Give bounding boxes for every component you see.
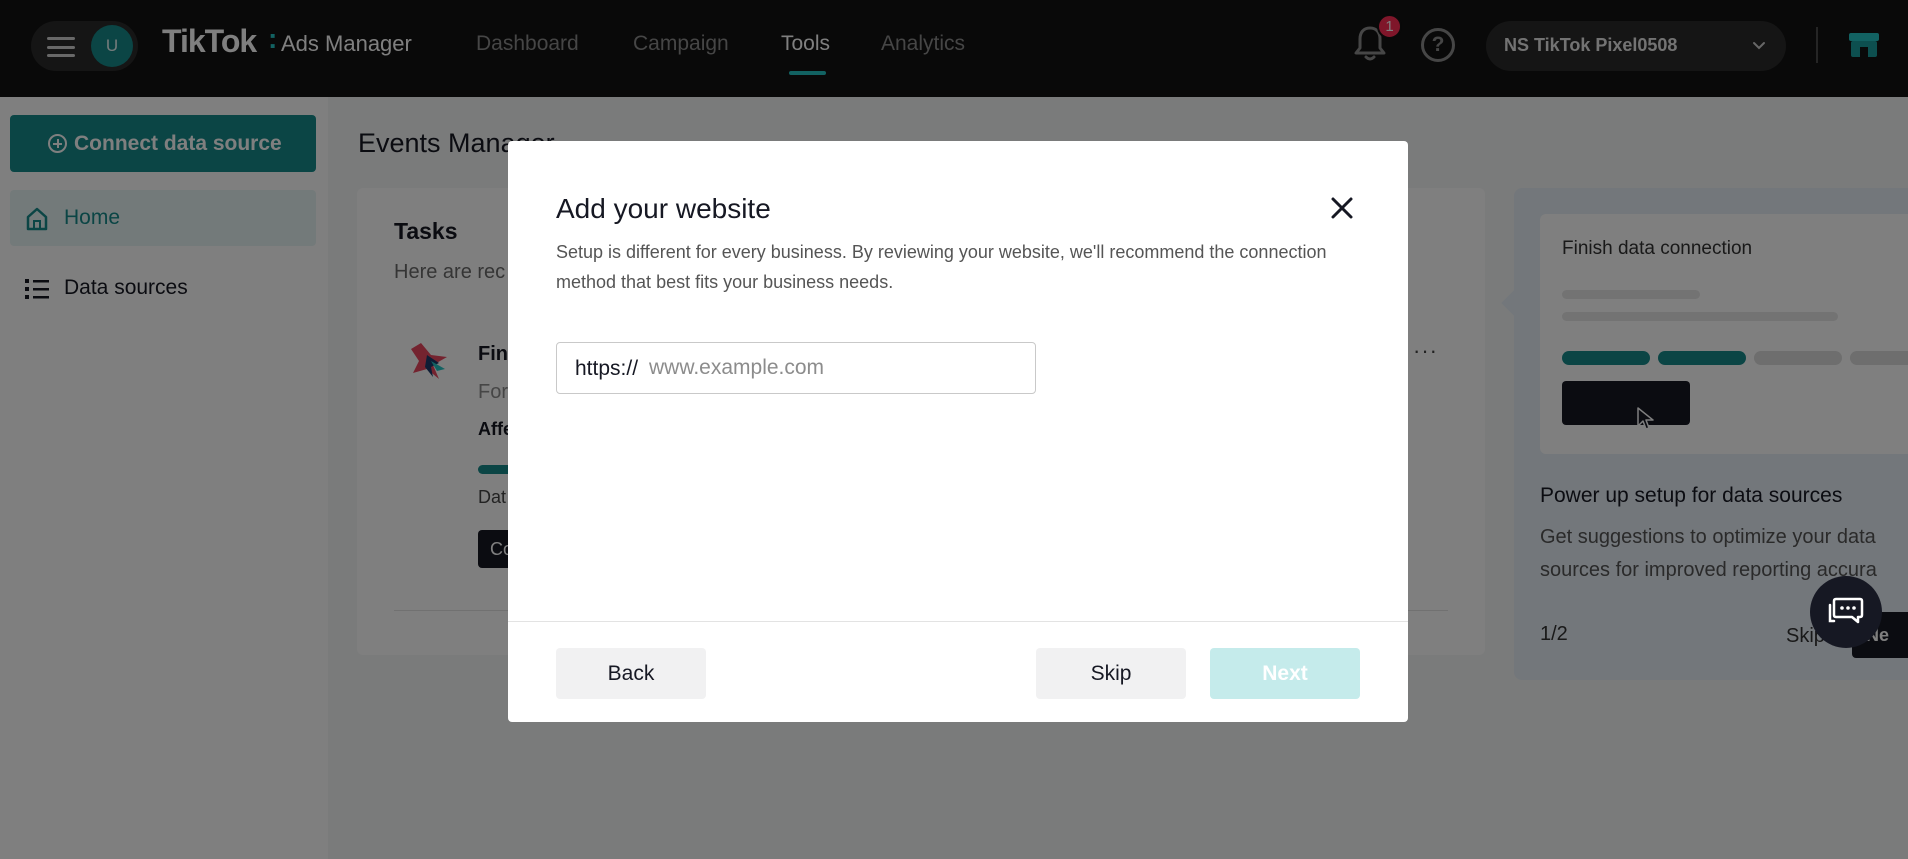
next-button[interactable]: Next (1210, 648, 1360, 699)
dialog-description: Setup is different for every business. B… (556, 242, 1327, 292)
chat-support-button[interactable] (1810, 576, 1882, 648)
dialog-title: Add your website (556, 193, 771, 224)
url-prefix: https:// (575, 357, 639, 380)
website-url-field[interactable]: https:// (556, 342, 1036, 394)
close-icon[interactable] (1329, 195, 1355, 221)
add-website-dialog: Add your website Setup is different for … (508, 141, 1408, 722)
skip-button[interactable]: Skip (1036, 648, 1186, 699)
chat-icon (1828, 597, 1864, 624)
website-url-input[interactable] (649, 351, 1019, 385)
dialog-footer-divider (508, 621, 1408, 622)
back-button[interactable]: Back (556, 648, 706, 699)
